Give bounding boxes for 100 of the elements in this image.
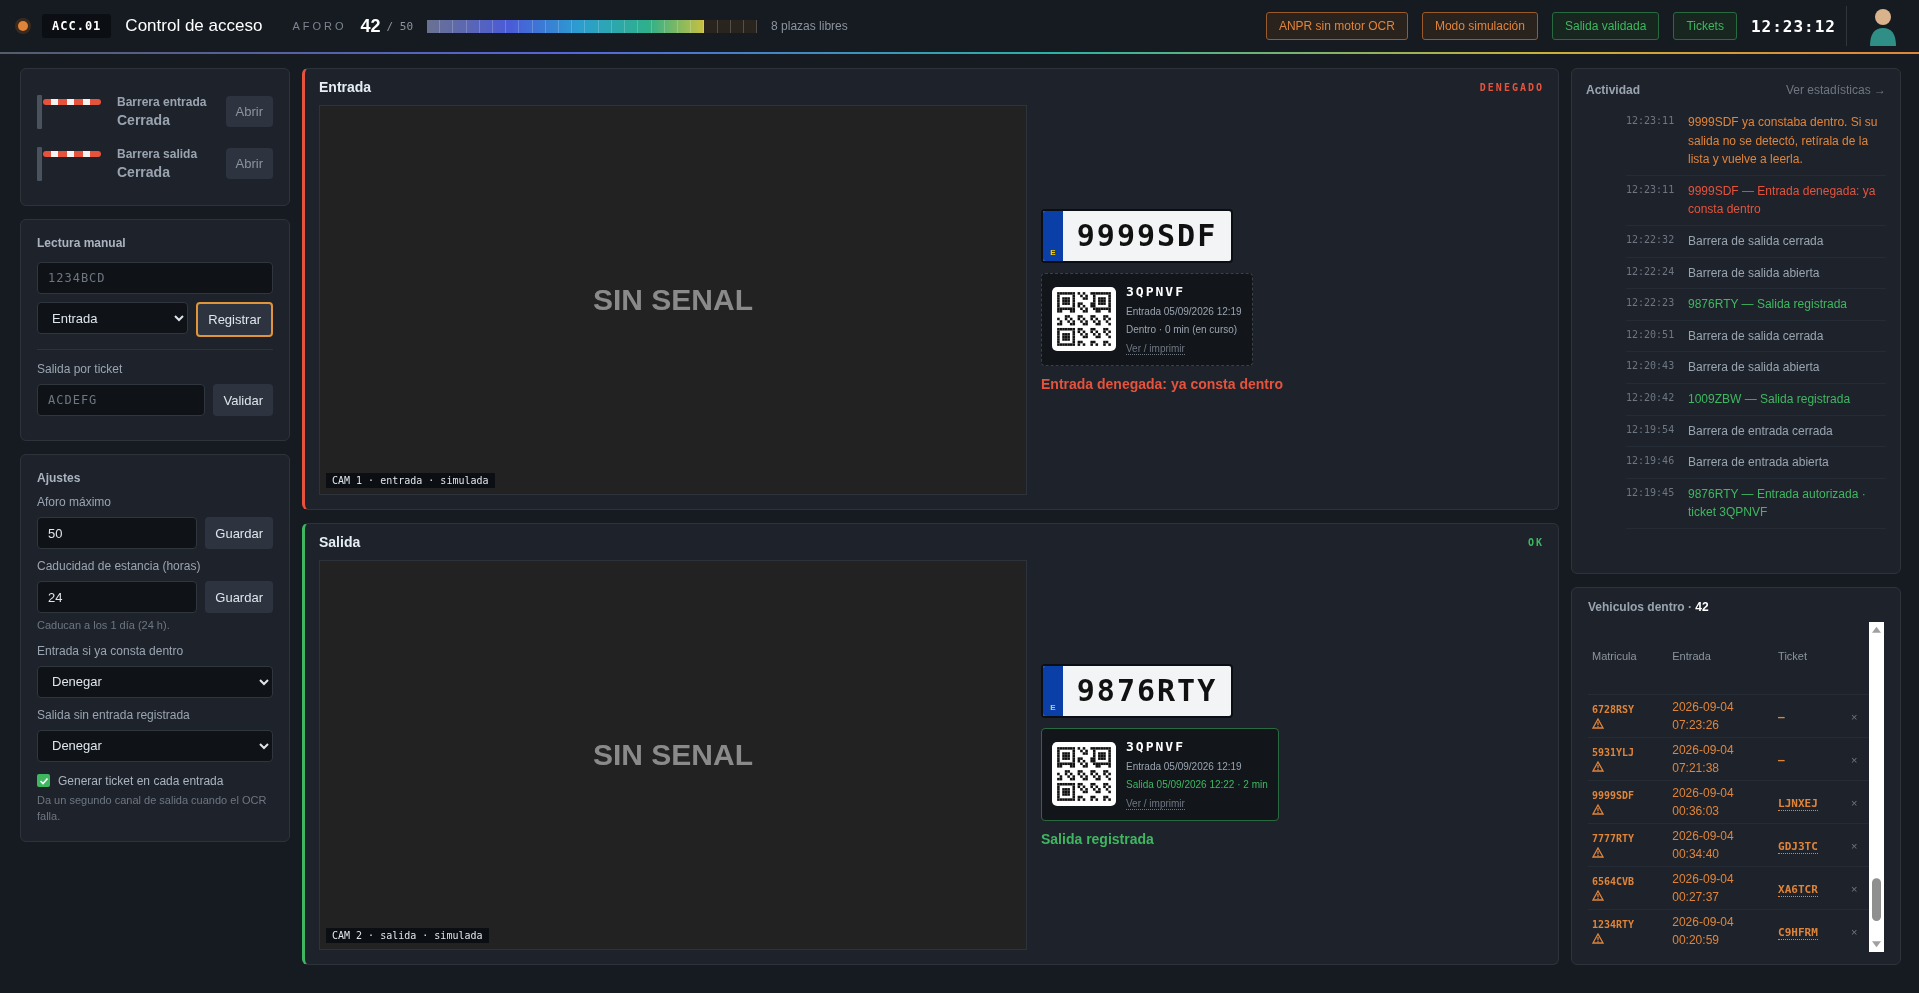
- plate-cell-text: 9999SDF: [1592, 789, 1636, 801]
- entry-date: 2026-09-04: [1672, 828, 1735, 845]
- free-spaces-text: 8 plazas libres: [771, 19, 848, 33]
- status-badge[interactable]: Modo simulación: [1421, 12, 1538, 40]
- event-text: 9876RTY — Salida registrada: [1688, 296, 1847, 314]
- capacity-label: AFORO: [292, 20, 347, 32]
- barrier-gate-icon: [37, 145, 103, 181]
- scrollbar[interactable]: [1869, 622, 1884, 952]
- save-button[interactable]: Guardar: [205, 581, 273, 613]
- qr-code-icon: [1052, 287, 1116, 351]
- field-label: Entrada si ya consta dentro: [37, 643, 185, 658]
- column-header: Entrada: [1668, 622, 1775, 695]
- event-text: 9876RTY — Entrada autorizada · ticket 3QPNVF: [1688, 485, 1867, 522]
- entry-time: 07:21:38: [1672, 760, 1720, 777]
- number-input[interactable]: 24: [37, 581, 198, 613]
- event-text: 9999SDF — Entrada denegada: ya consta dentro: [1688, 182, 1877, 219]
- barrier-name: Barrera entrada: [117, 94, 208, 109]
- entry-date: 2026-09-04: [1672, 871, 1735, 888]
- ticket-link[interactable]: XA6TCR: [1778, 883, 1818, 897]
- stats-link[interactable]: Ver estadísticas →: [1785, 83, 1886, 97]
- remove-button[interactable]: ×: [1850, 711, 1858, 723]
- barrier-state: Cerrada: [117, 111, 171, 128]
- number-input[interactable]: 50: [37, 517, 198, 549]
- warning-icon: [1592, 803, 1604, 815]
- plate-cell-text: 6728RSY: [1592, 703, 1636, 715]
- event-time: 12:19:45: [1626, 485, 1676, 500]
- plate-cell-text: 1234RTY: [1592, 918, 1636, 930]
- register-button[interactable]: Registrar: [196, 302, 273, 337]
- entry-time: 00:20:59: [1672, 932, 1720, 949]
- ticket-detail: Dentro · 0 min (en curso): [1126, 322, 1239, 337]
- ticket-input[interactable]: ACDEFG: [37, 384, 206, 416]
- entry-time: 00:36:03: [1672, 803, 1720, 820]
- lane-result: Entrada denegada: ya consta dentro: [1041, 375, 1283, 392]
- field-label: Salida sin entrada registrada: [37, 707, 191, 722]
- app-title: Control de acceso: [125, 16, 263, 36]
- policy-select[interactable]: Denegar: [37, 729, 273, 762]
- ticket-cell: —: [1778, 711, 1785, 724]
- qr-code-icon: [1052, 742, 1116, 806]
- ticket-code: 3QPNVF: [1126, 738, 1186, 754]
- remove-button[interactable]: ×: [1850, 797, 1858, 809]
- validate-button[interactable]: Validar: [213, 384, 273, 416]
- plate-cell-text: 5931YLJ: [1592, 746, 1636, 758]
- barrier-gate-icon: [37, 93, 103, 129]
- warning-icon: [1592, 846, 1604, 858]
- direction-select[interactable]: Entrada: [37, 302, 189, 334]
- event-time: 12:19:54: [1626, 422, 1676, 437]
- status-badge[interactable]: Salida validada: [1551, 12, 1660, 40]
- open-button[interactable]: Abrir: [225, 95, 273, 127]
- ticket-link[interactable]: C9HFRM: [1778, 926, 1818, 940]
- remove-button[interactable]: ×: [1850, 926, 1858, 938]
- remove-button[interactable]: ×: [1850, 840, 1858, 852]
- field-label: Aforo máximo: [37, 495, 113, 509]
- column-header: Matricula: [1588, 622, 1669, 695]
- warning-icon: [1592, 717, 1604, 729]
- open-button[interactable]: Abrir: [225, 147, 273, 179]
- entry-date: 2026-09-04: [1672, 785, 1735, 802]
- warning-icon: [1592, 932, 1604, 944]
- event-text: Barrera de entrada cerrada: [1688, 422, 1833, 440]
- no-signal-text: SIN SENAL: [593, 738, 753, 772]
- checkbox-label: Generar ticket en cada entrada: [58, 773, 224, 788]
- entry-date: 2026-09-04: [1672, 914, 1735, 931]
- plate-input[interactable]: 1234BCD: [37, 262, 273, 294]
- entry-time: 00:34:40: [1672, 846, 1720, 863]
- event-time: 12:22:23: [1626, 296, 1676, 311]
- entry-time: 07:23:26: [1672, 717, 1720, 734]
- barrier-name: Barrera salida: [117, 146, 199, 161]
- print-link[interactable]: Ver / imprimir: [1126, 797, 1185, 810]
- event-time: 12:20:43: [1626, 359, 1676, 374]
- event-time: 12:20:42: [1626, 390, 1676, 405]
- event-text: Barrera de salida cerrada: [1688, 327, 1824, 345]
- field-label: Salida por ticket: [37, 362, 124, 376]
- ticket-link[interactable]: GDJ3TC: [1778, 840, 1818, 854]
- lane-status: OK: [1527, 536, 1544, 548]
- license-plate: E 9999SDF: [1041, 208, 1233, 263]
- remove-button[interactable]: ×: [1850, 754, 1858, 766]
- checkbox-hint: Da un segundo canal de salida cuando el OCR falla.: [37, 792, 268, 824]
- status-dot: [18, 21, 28, 31]
- event-time: 12:23:11: [1626, 182, 1676, 197]
- checkbox[interactable]: [37, 774, 50, 787]
- warning-icon: [1592, 889, 1604, 901]
- capacity-total: / 50: [386, 19, 414, 33]
- print-link[interactable]: Ver / imprimir: [1126, 342, 1185, 355]
- status-badge[interactable]: ANPR sin motor OCR: [1265, 12, 1408, 40]
- field-label: Caducidad de estancia (horas): [37, 559, 202, 573]
- policy-select[interactable]: Denegar: [37, 665, 273, 698]
- event-time: 12:23:11: [1626, 114, 1676, 128]
- event-text: Barrera de salida abierta: [1688, 359, 1820, 377]
- plate-cell-text: 7777RTY: [1592, 832, 1636, 844]
- ticket-link[interactable]: LJNXEJ: [1778, 797, 1818, 811]
- lane-status: DENEGADO: [1479, 81, 1544, 93]
- remove-button[interactable]: ×: [1850, 883, 1858, 895]
- lane-title: Salida: [319, 534, 361, 550]
- barrier-state: Cerrada: [117, 163, 171, 180]
- status-badge[interactable]: Tickets: [1673, 12, 1737, 40]
- camera-label: CAM 2 · salida · simulada: [326, 928, 489, 943]
- ticket-detail: Salida 05/09/2026 12:22 · 2 min: [1126, 777, 1268, 792]
- section-title: Actividad: [1586, 83, 1640, 97]
- section-title: Lectura manual: [37, 236, 127, 250]
- event-time: 12:22:24: [1626, 264, 1676, 279]
- save-button[interactable]: Guardar: [205, 517, 273, 549]
